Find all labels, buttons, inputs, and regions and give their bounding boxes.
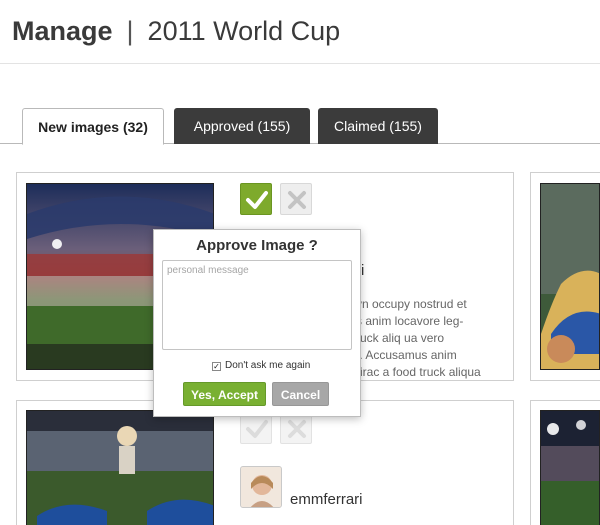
dont-ask-again-checkbox[interactable]: ✓ <box>212 362 221 371</box>
check-icon <box>246 191 268 209</box>
tab-new-images[interactable]: New images (32) <box>22 108 164 145</box>
close-icon <box>288 420 306 438</box>
tab-bar: New images (32) Approved (155) Claimed (… <box>0 108 600 145</box>
page-title-manage: Manage <box>12 16 113 46</box>
description-line: t. Accusamus anim <box>356 348 457 362</box>
username[interactable]: emmferrari <box>290 491 363 508</box>
celebration-photo-image <box>27 411 213 525</box>
approve-button[interactable] <box>240 183 272 215</box>
description-line: rirac a food truck aliqua <box>356 365 481 379</box>
avatar-image <box>241 467 281 507</box>
title-separator: | <box>126 16 134 46</box>
description-line: ruck aliq ua vero <box>356 331 445 345</box>
page-title-event: 2011 World Cup <box>147 16 341 46</box>
personal-message-input[interactable] <box>162 260 352 350</box>
description-line: yn occupy nostrud et <box>356 297 467 311</box>
reject-button[interactable] <box>280 183 312 215</box>
player-photo-image <box>541 184 599 369</box>
celebration-photo[interactable] <box>26 410 214 525</box>
check-icon <box>246 420 268 438</box>
stadium-photo-partial-image <box>541 411 599 525</box>
dont-ask-again-option[interactable]: ✓ Don't ask me again <box>212 360 310 371</box>
yes-accept-button[interactable]: Yes, Accept <box>183 382 266 406</box>
avatar[interactable] <box>240 466 282 508</box>
stadium-photo-partial[interactable] <box>540 410 600 525</box>
cancel-button[interactable]: Cancel <box>272 382 329 406</box>
player-photo[interactable] <box>540 183 600 370</box>
dont-ask-again-label: Don't ask me again <box>225 360 311 371</box>
approve-image-dialog: Approve Image ? ✓ Don't ask me again Yes,… <box>153 229 361 417</box>
tab-approved[interactable]: Approved (155) <box>174 108 310 144</box>
image-description: yn occupy nostrud et s anim locavore leg… <box>356 296 481 381</box>
close-icon <box>288 191 306 209</box>
page-header: Manage | 2011 World Cup <box>0 0 600 64</box>
dialog-title: Approve Image ? <box>196 237 318 254</box>
description-line: s anim locavore leg- <box>356 314 464 328</box>
tab-claimed[interactable]: Claimed (155) <box>318 108 438 144</box>
page-title: Manage | 2011 World Cup <box>12 16 340 47</box>
